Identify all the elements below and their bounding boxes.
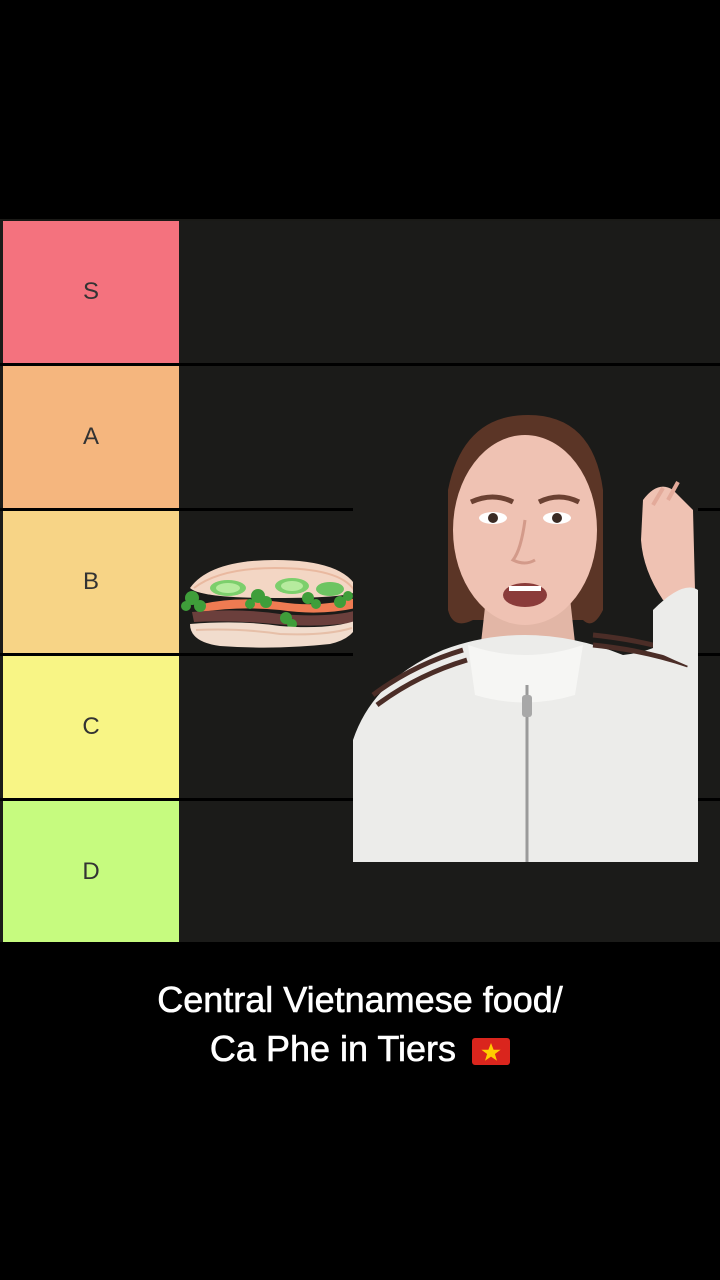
caption-line-2: Ca Phe in Tiers [209, 1028, 457, 1070]
caption-line-2-wrap: Ca Phe in Tiers [0, 1024, 720, 1073]
caption-line-1: Central Vietnamese food/ [157, 979, 563, 1021]
video-screen: S A B C D Central Vietnamese food/ Ca Ph… [0, 0, 720, 1280]
presenter-video-image [353, 410, 698, 862]
tier-label-a[interactable]: A [3, 366, 179, 508]
tier-label-c[interactable]: C [3, 656, 179, 798]
vietnam-flag-icon [472, 1038, 511, 1065]
presenter-webcam-overlay [353, 410, 698, 862]
video-caption: Central Vietnamese food/ Ca Phe in Tiers [0, 975, 720, 1073]
tier-label-d[interactable]: D [3, 801, 179, 942]
tier-row-s: S [0, 221, 720, 366]
tier-label-s[interactable]: S [3, 221, 179, 363]
tier-drop-zone-s[interactable] [181, 221, 720, 363]
tier-label-b[interactable]: B [3, 511, 179, 653]
banh-mi-sandwich-icon[interactable] [180, 558, 362, 650]
